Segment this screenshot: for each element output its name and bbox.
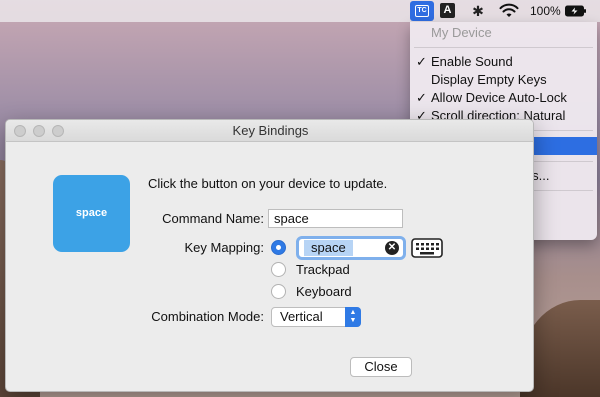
key-mapping-label: Key Mapping: (184, 240, 265, 255)
menu-item-enable-sound[interactable]: ✓ Enable Sound (410, 53, 597, 71)
battery-icon[interactable] (565, 3, 587, 19)
close-button[interactable]: Close (350, 357, 412, 377)
menu-item-label: Display Empty Keys (431, 72, 547, 87)
trackpad-radio[interactable] (271, 262, 286, 277)
zoom-window-button[interactable] (52, 125, 64, 137)
combination-mode-select[interactable]: Vertical ▲ ▼ (271, 307, 361, 327)
battery-percent[interactable]: 100% (530, 4, 561, 18)
keyboard-radio[interactable] (271, 284, 286, 299)
key-mapping-radio[interactable] (271, 240, 286, 255)
menu-item-display-empty-keys[interactable]: Display Empty Keys (410, 71, 597, 89)
menu-separator (414, 47, 593, 48)
minimize-window-button[interactable] (33, 125, 45, 137)
combination-mode-value: Vertical (280, 309, 323, 324)
app-status-icon[interactable]: TC (410, 1, 434, 21)
combination-mode-label: Combination Mode: (151, 309, 264, 324)
input-source-icon[interactable]: A (440, 3, 455, 18)
menu-item-allow-auto-lock[interactable]: ✓ Allow Device Auto-Lock (410, 89, 597, 107)
command-name-label: Command Name: (162, 211, 264, 226)
key-mapping-field[interactable]: space ✕ (296, 236, 406, 260)
checkmark-icon: ✓ (416, 90, 427, 105)
bluetooth-icon[interactable]: ✱ (470, 3, 486, 19)
menu-header-my-device: My Device (431, 25, 492, 40)
window-titlebar[interactable]: Key Bindings (6, 120, 533, 142)
wifi-icon[interactable] (499, 3, 519, 19)
clear-icon[interactable]: ✕ (385, 241, 399, 255)
menu-item-label: Allow Device Auto-Lock (431, 90, 567, 105)
key-mapping-value: space (304, 240, 353, 256)
menu-bar: TC A ✱ 100% (0, 0, 600, 22)
instruction-text: Click the button on your device to updat… (148, 176, 388, 191)
trackpad-label: Trackpad (296, 262, 350, 277)
key-preview-tile: space (53, 175, 130, 252)
menu-item-label: Enable Sound (431, 54, 513, 69)
close-window-button[interactable] (14, 125, 26, 137)
app-status-icon-label: TC (415, 5, 429, 17)
checkmark-icon: ✓ (416, 54, 427, 69)
keyboard-label: Keyboard (296, 284, 352, 299)
keyboard-icon[interactable] (411, 237, 443, 259)
window-title: Key Bindings (232, 123, 309, 138)
chevron-up-down-icon: ▲ ▼ (345, 307, 361, 327)
command-name-field[interactable]: space (268, 209, 403, 228)
key-bindings-window: Key Bindings space Click the button on y… (5, 119, 534, 392)
